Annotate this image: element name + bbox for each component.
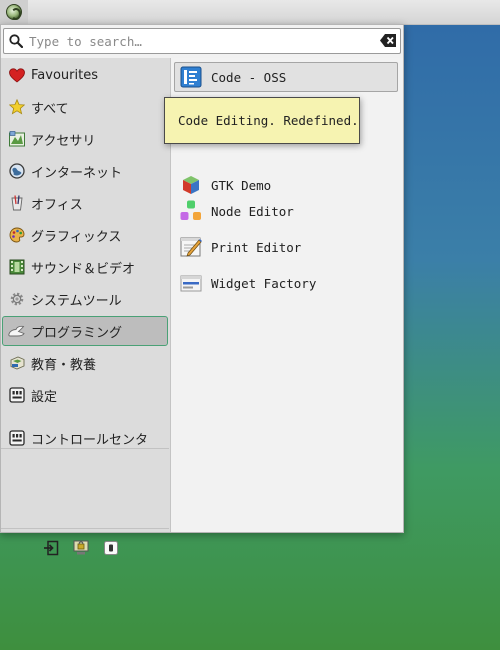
category-system-tools[interactable]: システムツール [2, 284, 168, 314]
category-label: プログラミング [31, 325, 123, 341]
node-editor-icon [180, 200, 202, 222]
category-sound-video[interactable]: サウンド＆ビデオ [2, 252, 168, 282]
mate-menu-icon [6, 4, 22, 20]
office-icon [8, 195, 25, 212]
search-icon [9, 34, 23, 48]
control-center-icon [8, 430, 25, 447]
search-input[interactable] [29, 31, 369, 51]
category-control-center[interactable]: コントロールセンタ [2, 423, 168, 453]
search-box[interactable] [3, 28, 401, 54]
category-accessories[interactable]: アクセサリ [2, 124, 168, 154]
category-list: Favourites すべて アクセサリ インターネット オフィス グラフィック… [1, 58, 171, 556]
widget-factory-icon [180, 272, 202, 294]
palette-icon [8, 227, 25, 244]
category-label: すべて [31, 101, 69, 117]
lock-screen-button[interactable] [71, 538, 91, 558]
app-print-editor[interactable]: Print Editor [174, 232, 398, 262]
category-label: オフィス [31, 197, 83, 213]
category-graphics[interactable]: グラフィックス [2, 220, 168, 250]
programming-icon [8, 323, 25, 340]
category-favourites[interactable]: Favourites [2, 60, 168, 90]
shutdown-button[interactable] [101, 538, 121, 558]
category-label: 設定 [31, 389, 58, 405]
code-oss-icon [180, 66, 202, 88]
category-label: アクセサリ [31, 133, 96, 149]
app-label: GTK Demo [211, 177, 272, 193]
app-label: Print Editor [211, 239, 302, 255]
category-settings[interactable]: 設定 [2, 380, 168, 410]
category-education[interactable]: 教育・教養 [2, 348, 168, 378]
logout-icon [44, 540, 59, 556]
category-label: 教育・教養 [31, 357, 97, 373]
category-label: システムツール [31, 293, 122, 309]
session-actions [41, 538, 151, 558]
heart-icon [8, 67, 25, 84]
shutdown-icon [104, 541, 118, 555]
menu-launcher-button[interactable] [0, 0, 28, 24]
lock-screen-icon [73, 540, 89, 555]
category-label: サウンド＆ビデオ [31, 261, 136, 277]
app-code-oss[interactable]: Code - OSS [174, 62, 398, 92]
category-label: インターネット [31, 165, 123, 181]
app-node-editor[interactable]: Node Editor [174, 196, 398, 226]
settings-icon [8, 387, 25, 404]
education-icon [8, 355, 25, 372]
film-icon [8, 259, 25, 276]
category-label: Favourites [31, 67, 98, 83]
print-editor-icon [180, 236, 202, 258]
globe-icon [8, 163, 25, 180]
clear-icon[interactable] [379, 33, 397, 48]
category-programming[interactable]: プログラミング [2, 316, 168, 346]
app-label: Code - OSS [211, 69, 287, 85]
bottom-separator [1, 528, 169, 529]
gear-icon [8, 291, 25, 308]
category-office[interactable]: オフィス [2, 188, 168, 218]
star-icon [8, 99, 25, 116]
app-tooltip: Code Editing. Redefined. [164, 97, 360, 144]
gtk-icon [180, 174, 202, 196]
category-label: グラフィックス [31, 229, 122, 245]
category-internet[interactable]: インターネット [2, 156, 168, 186]
category-all[interactable]: すべて [2, 92, 168, 122]
logout-button[interactable] [41, 538, 61, 558]
accessories-icon [8, 131, 25, 148]
app-label: Node Editor [211, 203, 294, 219]
app-label: Widget Factory [211, 275, 317, 291]
app-widget-factory[interactable]: Widget Factory [174, 268, 398, 298]
top-panel [0, 0, 500, 25]
category-label: コントロールセンタ [31, 432, 149, 448]
